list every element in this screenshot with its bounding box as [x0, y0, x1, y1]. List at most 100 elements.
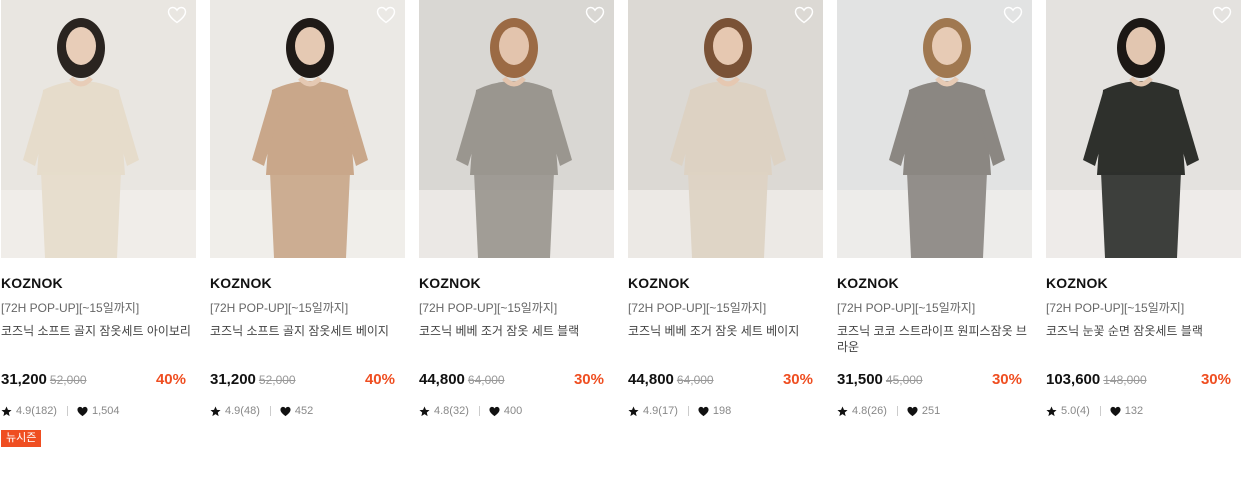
promo-text: [72H POP-UP][~15일까지] — [628, 301, 767, 315]
divider — [1099, 406, 1101, 416]
product-image[interactable] — [419, 0, 614, 258]
product-image[interactable] — [837, 0, 1032, 258]
star-icon — [210, 405, 221, 416]
like-count: 198 — [712, 405, 732, 417]
product-name[interactable]: 코즈닉 코코 스트라이프 원피스잠옷 브라운 — [837, 323, 1027, 357]
product-card[interactable]: KOZNOK [72H POP-UP][~15일까지] 코즈닉 눈꽃 순면 잠옷… — [1046, 0, 1241, 418]
product-card[interactable]: KOZNOK [72H POP-UP][~15일까지] 코즈닉 소프트 골지 잠… — [210, 0, 405, 418]
like-count: 132 — [1124, 405, 1144, 417]
divider — [66, 406, 68, 416]
divider — [269, 406, 271, 416]
product-photo — [419, 0, 614, 258]
product-card[interactable]: KOZNOK [72H POP-UP][~15일까지] 코즈닉 코코 스트라이프… — [837, 0, 1032, 418]
star-icon — [1046, 405, 1057, 416]
price-row: 44,800 64,000 30% — [628, 371, 813, 391]
wishlist-heart-icon[interactable] — [1212, 6, 1232, 24]
price-row: 44,800 64,000 30% — [419, 371, 604, 391]
original-price: 52,000 — [258, 373, 296, 387]
product-name[interactable]: 코즈닉 소프트 골지 잠옷세트 베이지 — [210, 323, 400, 357]
wishlist-heart-icon[interactable] — [1003, 6, 1023, 24]
original-price: 52,000 — [49, 373, 87, 387]
brand-name[interactable]: KOZNOK — [210, 275, 405, 291]
original-price: 148,000 — [1103, 373, 1147, 387]
product-photo — [1, 0, 196, 258]
product-meta: 4.8(32) 400 — [419, 404, 614, 418]
product-card[interactable]: KOZNOK [72H POP-UP][~15일까지] 코즈닉 소프트 골지 잠… — [1, 0, 196, 447]
divider — [687, 406, 689, 416]
sale-price: 103,600 — [1046, 371, 1101, 388]
discount-rate: 30% — [991, 371, 1022, 388]
wishlist-heart-icon[interactable] — [794, 6, 814, 24]
product-meta: 4.9(48) 452 — [210, 404, 405, 418]
product-image[interactable] — [628, 0, 823, 258]
wishlist-heart-icon[interactable] — [585, 6, 605, 24]
new-season-badge: 뉴시즌 — [1, 430, 42, 447]
brand-name[interactable]: KOZNOK — [419, 275, 614, 291]
product-meta: 5.0(4) 132 — [1046, 404, 1241, 418]
promo-text: [72H POP-UP][~15일까지] — [1046, 301, 1185, 315]
promo-text: [72H POP-UP][~15일까지] — [837, 301, 976, 315]
like-count: 452 — [294, 405, 314, 417]
product-meta: 4.9(182) 1,504 — [1, 404, 196, 418]
heart-icon — [489, 406, 500, 416]
rating-text: 4.8(26) — [852, 405, 887, 417]
star-icon — [419, 405, 430, 416]
discount-rate: 40% — [364, 371, 395, 388]
product-name[interactable]: 코즈닉 베베 조거 잠옷 세트 베이지 — [628, 323, 818, 357]
brand-name[interactable]: KOZNOK — [837, 275, 1032, 291]
heart-icon — [77, 406, 88, 416]
promo-text: [72H POP-UP][~15일까지] — [419, 301, 558, 315]
product-photo — [210, 0, 405, 258]
star-icon — [837, 405, 848, 416]
product-photo — [628, 0, 823, 258]
product-image[interactable] — [210, 0, 405, 258]
product-name[interactable]: 코즈닉 눈꽃 순면 잠옷세트 블랙 — [1046, 323, 1236, 357]
product-name[interactable]: 코즈닉 베베 조거 잠옷 세트 블랙 — [419, 323, 609, 357]
star-icon — [1, 405, 12, 416]
product-image[interactable] — [1046, 0, 1241, 258]
promo-text: [72H POP-UP][~15일까지] — [1, 301, 140, 315]
product-meta: 4.8(26) 251 — [837, 404, 1032, 418]
rating-text: 4.9(182) — [16, 405, 57, 417]
heart-icon — [280, 406, 291, 416]
rating-text: 4.8(32) — [434, 405, 469, 417]
wishlist-heart-icon[interactable] — [167, 6, 187, 24]
discount-rate: 30% — [573, 371, 604, 388]
original-price: 64,000 — [676, 373, 714, 387]
sale-price: 44,800 — [419, 371, 465, 388]
rating-text: 4.9(48) — [225, 405, 260, 417]
product-meta: 4.9(17) 198 — [628, 404, 823, 418]
price-row: 31,200 52,000 40% — [1, 371, 186, 391]
sale-price: 31,200 — [1, 371, 47, 388]
star-icon — [628, 405, 639, 416]
heart-icon — [698, 406, 709, 416]
product-photo — [1046, 0, 1241, 258]
discount-rate: 40% — [155, 371, 186, 388]
heart-icon — [907, 406, 918, 416]
rating-text: 4.9(17) — [643, 405, 678, 417]
divider — [896, 406, 898, 416]
wishlist-heart-icon[interactable] — [376, 6, 396, 24]
discount-rate: 30% — [782, 371, 813, 388]
rating-text: 5.0(4) — [1061, 405, 1090, 417]
like-count: 251 — [921, 405, 941, 417]
divider — [478, 406, 480, 416]
brand-name[interactable]: KOZNOK — [1, 275, 196, 291]
brand-name[interactable]: KOZNOK — [628, 275, 823, 291]
brand-name[interactable]: KOZNOK — [1046, 275, 1241, 291]
price-row: 31,500 45,000 30% — [837, 371, 1022, 391]
product-card[interactable]: KOZNOK [72H POP-UP][~15일까지] 코즈닉 베베 조거 잠옷… — [628, 0, 823, 418]
product-grid: KOZNOK [72H POP-UP][~15일까지] 코즈닉 소프트 골지 잠… — [0, 0, 1245, 479]
original-price: 45,000 — [885, 373, 923, 387]
price-row: 103,600 148,000 30% — [1046, 371, 1231, 391]
product-name[interactable]: 코즈닉 소프트 골지 잠옷세트 아이보리 — [1, 323, 191, 357]
discount-rate: 30% — [1200, 371, 1231, 388]
heart-icon — [1110, 406, 1121, 416]
sale-price: 31,500 — [837, 371, 883, 388]
product-photo — [837, 0, 1032, 258]
like-count: 400 — [503, 405, 523, 417]
original-price: 64,000 — [467, 373, 505, 387]
product-card[interactable]: KOZNOK [72H POP-UP][~15일까지] 코즈닉 베베 조거 잠옷… — [419, 0, 614, 418]
product-image[interactable] — [1, 0, 196, 258]
price-row: 31,200 52,000 40% — [210, 371, 395, 391]
